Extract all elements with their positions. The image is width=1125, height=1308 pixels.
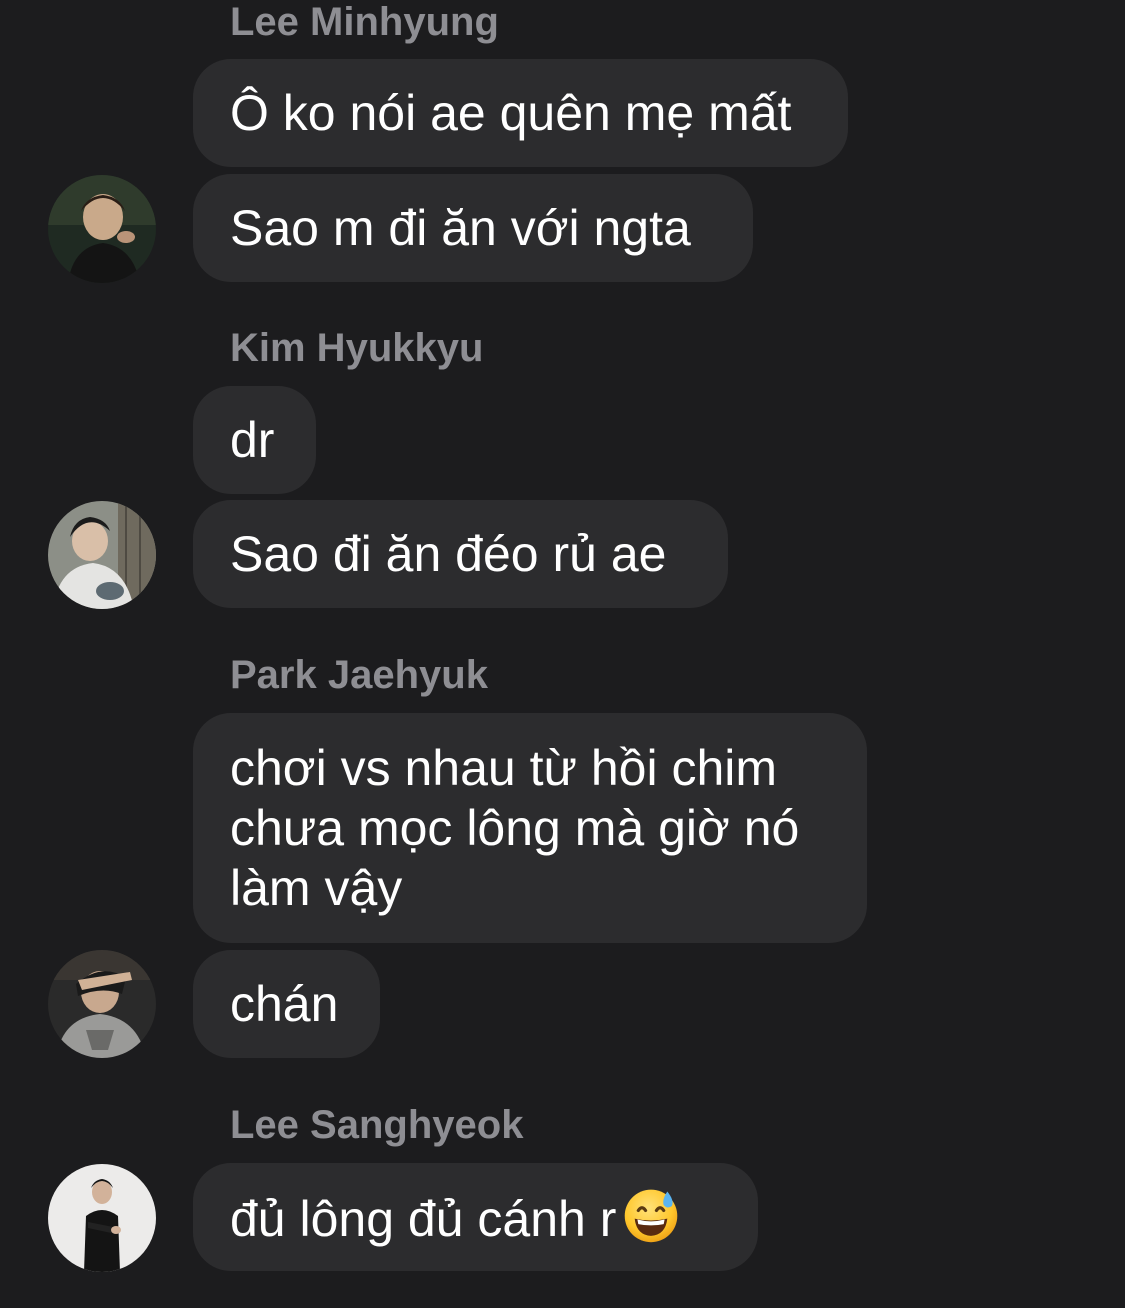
sender-name: Park Jaehyuk <box>230 653 488 697</box>
message-bubble[interactable]: chơi vs nhau từ hồi chim chưa mọc lông m… <box>193 713 867 943</box>
avatar[interactable] <box>48 501 156 609</box>
message-text: dr <box>230 412 275 468</box>
message-bubble[interactable]: đủ lông đủ cánh r <box>193 1163 758 1271</box>
sender-name: Lee Minhyung <box>230 0 499 44</box>
message-text: Sao m đi ăn với ngta <box>230 200 691 256</box>
message-bubble[interactable]: chán <box>193 950 380 1058</box>
message-bubble[interactable]: Sao đi ăn đéo rủ ae <box>193 500 728 608</box>
message-bubble[interactable]: Ô ko nói ae quên mẹ mất <box>193 59 848 167</box>
message-bubble[interactable]: dr <box>193 386 316 494</box>
avatar[interactable] <box>48 950 156 1058</box>
avatar[interactable] <box>48 1164 156 1272</box>
message-text: chán <box>230 976 339 1032</box>
message-text: chơi vs nhau từ hồi chim chưa mọc lông m… <box>230 740 800 916</box>
message-bubble[interactable]: Sao m đi ăn với ngta <box>193 174 753 282</box>
message-text: Sao đi ăn đéo rủ ae <box>230 526 667 582</box>
sender-name: Lee Sanghyeok <box>230 1103 524 1147</box>
sender-name: Kim Hyukkyu <box>230 326 484 370</box>
grinning-face-with-sweat-icon <box>625 1189 678 1242</box>
message-text: đủ lông đủ cánh r <box>230 1186 680 1249</box>
message-text-content: đủ lông đủ cánh r <box>230 1190 617 1247</box>
message-text: Ô ko nói ae quên mẹ mất <box>230 85 792 141</box>
avatar[interactable] <box>48 175 156 283</box>
